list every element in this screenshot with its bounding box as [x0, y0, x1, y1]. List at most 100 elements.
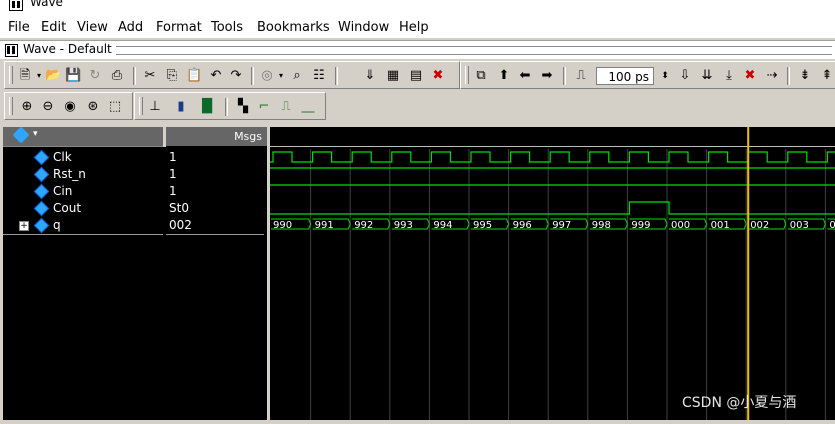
copy-icon[interactable]: ⎘	[164, 68, 180, 84]
title-bar: Wave	[0, 0, 835, 12]
signal-row[interactable]: Cin	[3, 183, 166, 200]
bus-value-label: 993	[394, 220, 413, 231]
signal-type-icon[interactable]	[12, 126, 30, 144]
bus-value-label: 992	[354, 220, 373, 231]
wave-window-title: Wave - Default	[23, 42, 116, 56]
stop-icon[interactable]: ✖	[742, 68, 758, 84]
insert-cursor-icon[interactable]: ⊥	[147, 99, 163, 115]
titlebar-grip[interactable]	[104, 46, 832, 55]
signal-diamond-icon	[33, 149, 50, 166]
menu-help[interactable]: Help	[399, 20, 429, 35]
toolbar-main: 🗎 ▾ 📂 💾 ↻ ⎙ ✂ ⎘ 📋 ↶ ↷ ◎ ▾ ⌕ ☷ ⇓ ▦ ▤ ✖ ⧉ …	[0, 59, 835, 89]
continue-run-icon[interactable]: ⇊	[699, 68, 715, 84]
up-arrow-icon[interactable]: ⬆	[496, 68, 512, 84]
toolbar-grip[interactable]	[139, 97, 143, 115]
toolbar-grip[interactable]	[465, 66, 469, 84]
expand-plus-icon[interactable]: +	[19, 221, 29, 231]
left-arrow-icon[interactable]: ⬅	[517, 68, 533, 84]
bus-value-label: 999	[631, 220, 650, 231]
zoom-region-icon[interactable]: ⬚	[107, 99, 123, 115]
menu-window[interactable]: Window	[338, 20, 389, 35]
zoom-in-icon[interactable]: ⊕	[19, 99, 35, 115]
spinner-icon[interactable]: ⬍	[657, 68, 673, 84]
restart-icon[interactable]: ⧉	[473, 68, 489, 84]
wave-style-icon[interactable]: ▚	[235, 99, 251, 115]
print-icon[interactable]: ⎙	[109, 68, 125, 84]
wave-window-titlebar: Wave - Default	[0, 40, 835, 59]
zoom-out-icon[interactable]: ⊖	[40, 99, 56, 115]
run-icon[interactable]: ⇩	[677, 68, 693, 84]
separator	[133, 67, 136, 85]
bus-value-label: 000	[671, 220, 690, 231]
right-arrow-icon[interactable]: ➡	[539, 68, 555, 84]
separator	[563, 67, 566, 85]
step-icon[interactable]: ⇢	[764, 68, 780, 84]
menu-bar: File Edit View Add Format Tools Bookmark…	[0, 12, 835, 38]
reload-icon[interactable]: ↻	[87, 68, 103, 84]
menu-file[interactable]: File	[8, 20, 30, 35]
zoom-full-icon[interactable]: ◉	[62, 99, 78, 115]
toolbar-grip[interactable]	[9, 97, 13, 115]
signal-row[interactable]: + q	[3, 217, 163, 235]
bus-value-label: 002	[750, 220, 769, 231]
edit-mode-icon[interactable]: █	[199, 99, 215, 115]
signal-row[interactable]: Cout	[3, 200, 166, 217]
open-folder-icon[interactable]: 📂	[45, 68, 61, 84]
redo-icon[interactable]: ↷	[228, 68, 244, 84]
signal-row[interactable]: Rst_n	[3, 166, 166, 183]
waveform-canvas[interactable]: 990 991 992 993 994 995 996 997 998 999 000 001 002 0…	[270, 127, 835, 420]
dropdown-arrow-icon[interactable]: ▾	[33, 129, 38, 139]
undo-icon[interactable]: ↶	[208, 68, 224, 84]
menu-bookmarks[interactable]: Bookmarks	[257, 20, 330, 35]
run-all-icon[interactable]: ⤓	[721, 68, 737, 84]
signal-diamond-icon	[33, 166, 50, 183]
wave-window-icon	[5, 44, 18, 57]
signal-name: Clk	[53, 150, 72, 164]
grid-dots-icon[interactable]: ▦	[385, 68, 401, 84]
menu-tools[interactable]: Tools	[211, 20, 243, 35]
edge-next-icon[interactable]: ⎽	[300, 99, 316, 115]
signal-row[interactable]: Clk	[3, 149, 166, 166]
separator	[787, 67, 790, 85]
sim-options-icon[interactable]: ▤	[408, 68, 424, 84]
select-mode-icon[interactable]: ▮	[173, 99, 189, 115]
dropdown-arrow-icon[interactable]: ▾	[273, 68, 289, 84]
hierarchy-icon[interactable]: ☷	[311, 68, 327, 84]
signal-value-pane: Msgs 1 1 1 St0 002	[166, 127, 267, 420]
app-icon	[9, 0, 23, 11]
toolbar-wave: ⊕ ⊖ ◉ ⊛ ⬚ ⊥ ▮ █ ▚ ⌐ ⎍ ⎽	[0, 90, 835, 122]
toolbar-edit-group: ⊥ ▮ █ ▚ ⌐ ⎍ ⎽	[134, 92, 326, 120]
toolbar-grip[interactable]	[9, 66, 13, 84]
menu-view[interactable]: View	[77, 20, 108, 35]
run-length-icon[interactable]: ⎍	[573, 68, 589, 84]
run-length-input[interactable]: 100 ps	[596, 67, 654, 85]
bus-value-label: 997	[552, 220, 571, 231]
separator	[225, 98, 228, 116]
save-icon[interactable]: 💾	[65, 68, 81, 84]
step-over-icon[interactable]: ⇟	[797, 68, 813, 84]
waveform-pane[interactable]: 990 991 992 993 994 995 996 997 998 999 000 001 002 0…	[270, 127, 835, 420]
zoom-cursor-icon[interactable]: ⊛	[85, 99, 101, 115]
sim-download-icon[interactable]: ⇓	[362, 68, 378, 84]
bus-value-label: 994	[433, 220, 452, 231]
menu-add[interactable]: Add	[118, 20, 143, 35]
signal-name-pane: ▾ Clk Rst_n Cin Cout + q	[3, 126, 166, 420]
step-out-icon[interactable]: ⇞	[819, 68, 835, 84]
binoculars-icon[interactable]: ⌕	[289, 68, 305, 84]
edge-rise-icon[interactable]: ⎍	[278, 99, 294, 115]
clk-waveform	[270, 151, 835, 163]
edge-prev-icon[interactable]: ⌐	[256, 99, 272, 115]
signal-diamond-icon	[33, 217, 50, 234]
menu-format[interactable]: Format	[156, 20, 202, 35]
toolbar-file-group: 🗎 ▾ 📂 💾 ↻ ⎙ ✂ ⎘ 📋 ↶ ↷ ◎ ▾ ⌕ ☷ ⇓ ▦ ▤ ✖	[4, 61, 460, 89]
menu-edit[interactable]: Edit	[41, 20, 66, 35]
signal-value: 1	[169, 150, 177, 164]
row-underline	[166, 234, 264, 235]
break-icon[interactable]: ✖	[430, 68, 446, 84]
signal-diamond-icon	[33, 200, 50, 217]
paste-icon[interactable]: 📋	[186, 68, 202, 84]
cut-icon[interactable]: ✂	[142, 68, 158, 84]
separator	[251, 67, 254, 85]
signal-value: 1	[169, 167, 177, 181]
value-pane-header: Msgs	[166, 127, 267, 146]
